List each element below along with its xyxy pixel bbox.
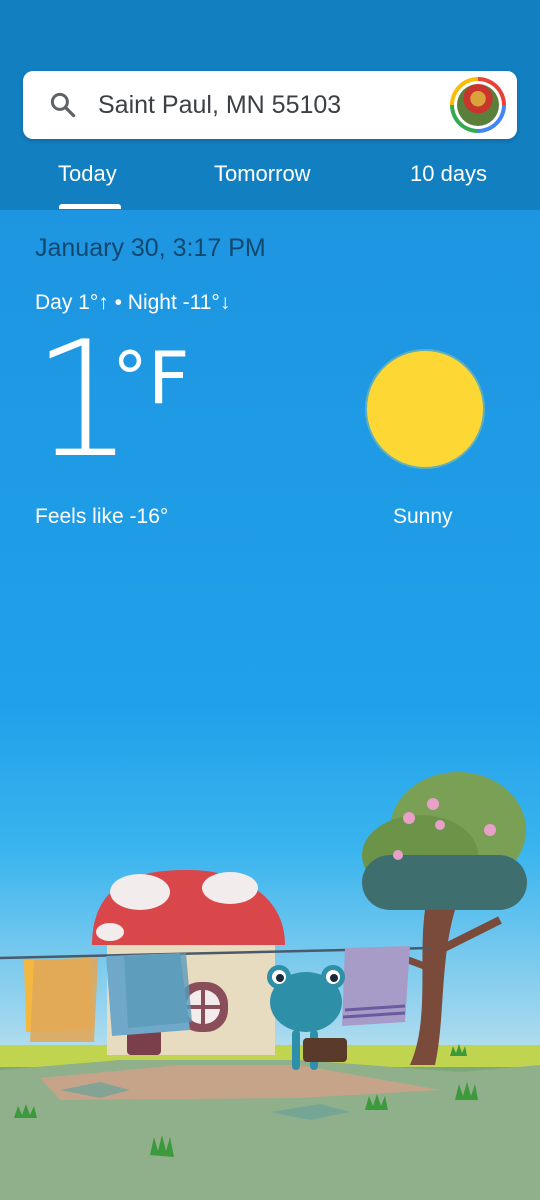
account-avatar[interactable]: [450, 77, 506, 133]
condition-label: Sunny: [393, 505, 453, 528]
search-icon[interactable]: [48, 90, 78, 120]
feels-like: Feels like -16°: [35, 505, 169, 528]
tab-10-days[interactable]: 10 days: [410, 160, 487, 188]
tab-today[interactable]: Today: [58, 160, 117, 188]
active-tab-indicator: [59, 204, 121, 209]
weather-illustration: [0, 772, 540, 1200]
date-time: January 30, 3:17 PM: [35, 234, 266, 262]
tab-tomorrow[interactable]: Tomorrow: [214, 160, 311, 188]
avatar-photo: [457, 84, 499, 126]
temperature-unit: °F: [112, 336, 190, 420]
location-text[interactable]: Saint Paul, MN 55103: [98, 89, 341, 121]
sun-icon: [367, 351, 483, 467]
